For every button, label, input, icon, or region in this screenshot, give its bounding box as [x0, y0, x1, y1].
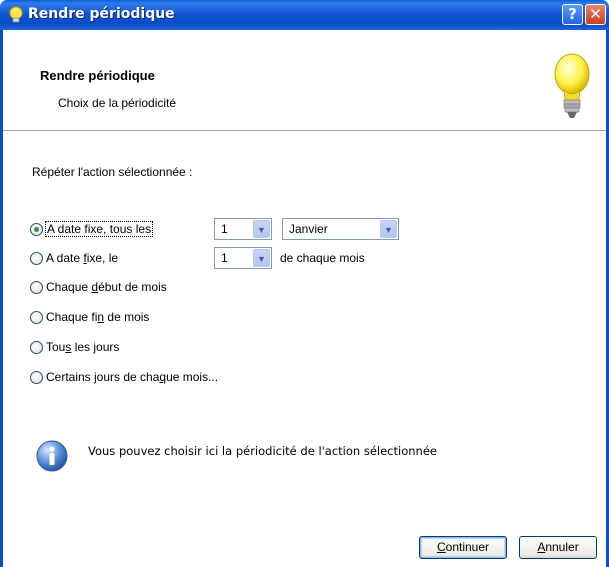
- option-label: Chaque début de mois: [46, 280, 167, 294]
- help-button[interactable]: ?: [562, 4, 583, 25]
- continue-button[interactable]: Continuer: [419, 536, 507, 559]
- chevron-down-icon[interactable]: ▼: [253, 249, 270, 267]
- select-value: 1: [221, 251, 228, 265]
- lightbulb-icon: [554, 53, 590, 118]
- option-fixed-date-on[interactable]: A date fixe, le: [30, 249, 118, 267]
- every-count-select[interactable]: 1 ▼: [214, 218, 272, 240]
- window-title: Rendre périodique: [28, 6, 175, 22]
- header-title: Rendre périodique: [40, 68, 155, 83]
- radio-button[interactable]: [30, 370, 43, 384]
- radio-button[interactable]: [30, 251, 43, 265]
- info-message: Vous pouvez choisir ici la périodicité d…: [88, 444, 437, 458]
- select-value: 1: [221, 222, 228, 236]
- option-some-days[interactable]: Certains jours de chaque mois...: [30, 368, 218, 386]
- cancel-button[interactable]: Annuler: [519, 536, 597, 559]
- title-bar[interactable]: Rendre périodique ? ✕: [0, 0, 609, 30]
- close-button[interactable]: ✕: [585, 4, 606, 25]
- radio-button[interactable]: [30, 310, 43, 324]
- option-start-of-month[interactable]: Chaque début de mois: [30, 278, 167, 296]
- chevron-down-icon[interactable]: ▼: [380, 220, 397, 238]
- dialog-window: Rendre périodique ? ✕ Rendre périodique …: [0, 0, 609, 567]
- prompt-label: Répéter l'action sélectionnée :: [32, 165, 193, 179]
- radio-button[interactable]: [30, 222, 43, 236]
- header-band: Rendre périodique Choix de la périodicit…: [0, 30, 609, 131]
- select-value: Janvier: [289, 222, 328, 236]
- frame-left: [0, 30, 3, 567]
- option-label: Certains jours de chaque mois...: [46, 370, 219, 384]
- chevron-down-icon[interactable]: ▼: [253, 220, 270, 238]
- every-month-select[interactable]: Janvier ▼: [282, 218, 399, 240]
- option-label: Chaque fin de mois: [46, 310, 150, 324]
- option-fixed-date-every[interactable]: A date fixe, tous les: [30, 220, 154, 238]
- option-label: A date fixe, tous les: [44, 221, 154, 237]
- option-end-of-month[interactable]: Chaque fin de mois: [30, 308, 149, 326]
- option-every-day[interactable]: Tous les jours: [30, 338, 119, 356]
- each-month-label: de chaque mois: [280, 251, 365, 265]
- day-of-month-select[interactable]: 1 ▼: [214, 247, 272, 269]
- close-icon: ✕: [589, 5, 602, 23]
- radio-button[interactable]: [30, 340, 43, 354]
- option-label: A date fixe, le: [46, 251, 119, 265]
- help-icon: ?: [568, 5, 577, 23]
- header-subtitle: Choix de la périodicité: [58, 96, 177, 110]
- lightbulb-icon: [9, 6, 23, 23]
- option-label: Tous les jours: [46, 340, 120, 354]
- radio-button[interactable]: [30, 280, 43, 294]
- info-icon: [36, 440, 68, 472]
